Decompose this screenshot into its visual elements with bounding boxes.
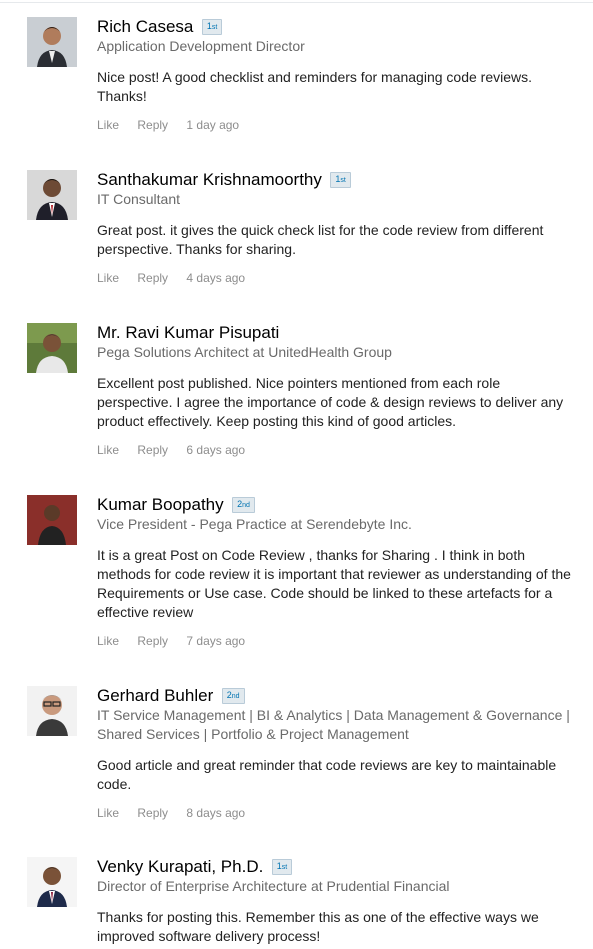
author-headline: IT Service Management | BI & Analytics |… — [97, 707, 570, 742]
degree-suffix: nd — [242, 502, 250, 509]
reply-button[interactable]: Reply — [137, 118, 168, 132]
comment-timestamp: 1 day ago — [186, 118, 240, 132]
comment-text: Good article and great reminder that cod… — [97, 757, 557, 792]
comment-actions: Like Reply 4 days ago — [97, 270, 577, 286]
comment-actions: Like Reply 7 days ago — [97, 633, 577, 649]
comment-timestamp: 4 days ago — [186, 271, 246, 285]
avatar[interactable] — [27, 857, 77, 907]
top-divider — [0, 2, 593, 3]
comment-timestamp: 7 days ago — [186, 634, 246, 648]
comment-text: Excellent post published. Nice pointers … — [97, 375, 564, 429]
comment-actions: Like Reply 1 day ago — [97, 117, 577, 133]
author-name[interactable]: Venky Kurapati, Ph.D. — [97, 857, 263, 876]
author-name[interactable]: Santhakumar Krishnamoorthy — [97, 170, 322, 189]
author-name[interactable]: Mr. Ravi Kumar Pisupati — [97, 323, 279, 342]
comment-actions: Like Reply 8 days ago — [97, 805, 577, 821]
reply-button[interactable]: Reply — [137, 634, 168, 648]
comment-text: Nice post! A good checklist and reminder… — [97, 69, 533, 104]
like-button[interactable]: Like — [97, 806, 119, 820]
degree-suffix: st — [281, 864, 288, 871]
author-name[interactable]: Gerhard Buhler — [97, 686, 213, 705]
avatar[interactable] — [27, 495, 77, 545]
avatar[interactable] — [27, 323, 77, 373]
degree-suffix: st — [340, 177, 346, 184]
author-headline: Pega Solutions Architect at UnitedHealth… — [97, 344, 392, 360]
comment-actions: Like Reply 6 days ago — [97, 442, 577, 458]
avatar[interactable] — [27, 686, 77, 736]
comment-text: Thanks for posting this. Remember this a… — [97, 909, 539, 944]
like-button[interactable]: Like — [97, 118, 119, 132]
like-button[interactable]: Like — [97, 443, 119, 457]
reply-button[interactable]: Reply — [137, 806, 168, 820]
like-button[interactable]: Like — [97, 634, 119, 648]
degree-suffix: nd — [231, 693, 240, 700]
avatar[interactable] — [27, 170, 77, 220]
connection-degree-badge: 1st — [271, 859, 293, 875]
avatar[interactable] — [27, 17, 77, 67]
author-headline: IT Consultant — [97, 191, 181, 207]
author-headline: Vice President - Pega Practice at Serend… — [97, 516, 412, 532]
author-headline: Director of Enterprise Architecture at P… — [97, 878, 450, 894]
author-name[interactable]: Rich Casesa — [97, 17, 193, 36]
comment-text: Great post. it gives the quick check lis… — [97, 222, 544, 257]
connection-degree-badge: 2nd — [221, 688, 245, 704]
author-name[interactable]: Kumar Boopathy — [97, 495, 224, 514]
author-headline: Application Development Director — [97, 38, 305, 54]
comment-text: It is a great Post on Code Review , than… — [97, 547, 571, 620]
comment-timestamp: 8 days ago — [186, 806, 246, 820]
reply-button[interactable]: Reply — [137, 271, 168, 285]
connection-degree-badge: 1st — [201, 19, 223, 35]
reply-button[interactable]: Reply — [137, 443, 168, 457]
comment-timestamp: 6 days ago — [186, 443, 246, 457]
like-button[interactable]: Like — [97, 271, 119, 285]
degree-suffix: st — [211, 24, 218, 31]
connection-degree-badge: 1st — [330, 172, 351, 188]
connection-degree-badge: 2nd — [232, 497, 255, 513]
